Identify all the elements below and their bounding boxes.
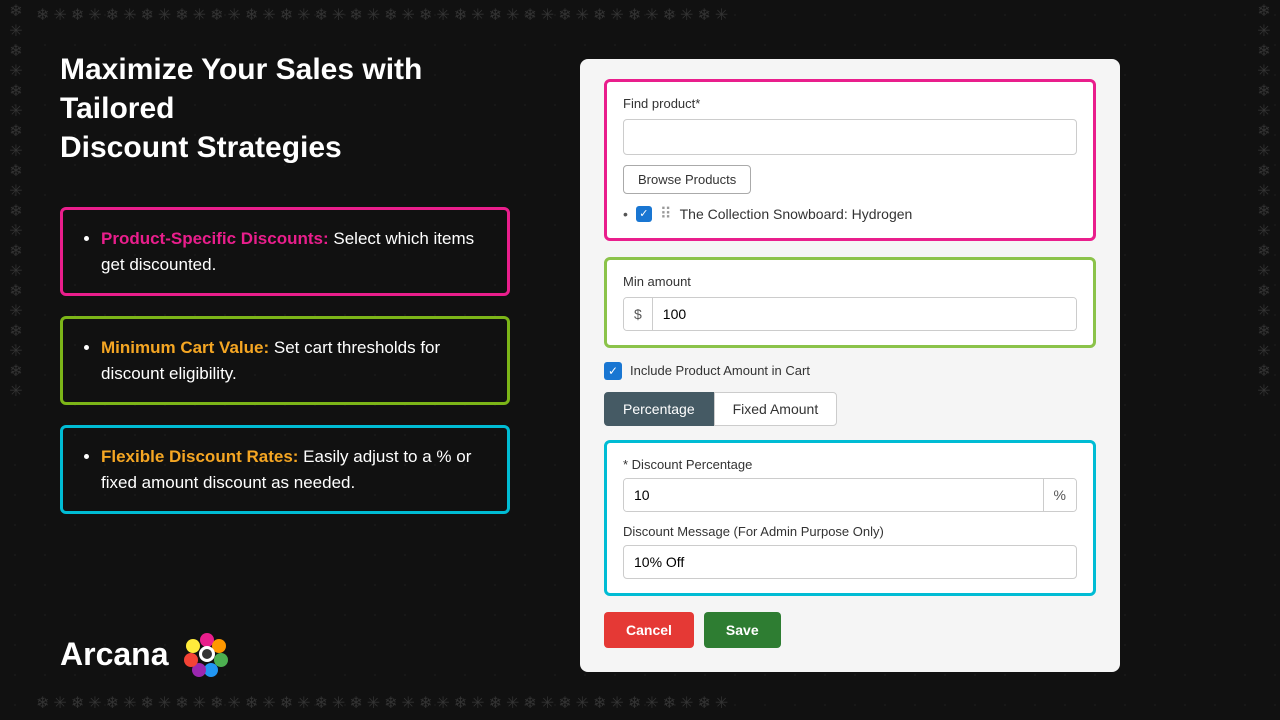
fixed-amount-toggle-button[interactable]: Fixed Amount — [714, 392, 838, 426]
cancel-button[interactable]: Cancel — [604, 612, 694, 648]
discount-message-input[interactable] — [623, 545, 1077, 579]
content-area: Maximize Your Sales with Tailored Discou… — [60, 50, 510, 554]
drag-handle-icon[interactable]: ⠿ — [660, 204, 672, 224]
feature-text-1: Product-Specific Discounts: Select which… — [101, 226, 487, 277]
find-product-input[interactable] — [623, 119, 1077, 155]
find-product-section: Find product* Browse Products • ✓ ⠿ The … — [604, 79, 1096, 241]
feature-highlight-1: Product-Specific Discounts: — [101, 229, 329, 248]
discount-percentage-input-group: % — [623, 478, 1077, 512]
logo-text: Arcana — [60, 636, 169, 673]
left-panel: Maximize Your Sales with Tailored Discou… — [0, 0, 560, 720]
discount-message-label: Discount Message (For Admin Purpose Only… — [623, 524, 1077, 539]
feature-cards: Product-Specific Discounts: Select which… — [60, 207, 510, 514]
form-container: Find product* Browse Products • ✓ ⠿ The … — [580, 59, 1120, 672]
discount-section: * Discount Percentage % Discount Message… — [604, 440, 1096, 596]
save-button[interactable]: Save — [704, 612, 781, 648]
page-title: Maximize Your Sales with Tailored Discou… — [60, 50, 510, 167]
feature-highlight-2: Minimum Cart Value: — [101, 338, 269, 357]
include-product-row: ✓ Include Product Amount in Cart — [604, 362, 1096, 380]
right-panel: Find product* Browse Products • ✓ ⠿ The … — [560, 0, 1280, 720]
browse-products-button[interactable]: Browse Products — [623, 165, 751, 194]
include-product-checkbox[interactable]: ✓ — [604, 362, 622, 380]
product-name: The Collection Snowboard: Hydrogen — [680, 206, 913, 222]
min-amount-section: Min amount $ — [604, 257, 1096, 348]
min-amount-input-group: $ — [623, 297, 1077, 331]
include-product-label: Include Product Amount in Cart — [630, 363, 810, 378]
feature-card-product-specific: Product-Specific Discounts: Select which… — [60, 207, 510, 296]
discount-type-toggle: Percentage Fixed Amount — [604, 392, 1096, 426]
feature-card-min-cart: Minimum Cart Value: Set cart thresholds … — [60, 316, 510, 405]
find-product-label: Find product* — [623, 96, 1077, 111]
discount-percentage-label: * Discount Percentage — [623, 457, 1077, 472]
product-item: • ✓ ⠿ The Collection Snowboard: Hydrogen — [623, 204, 1077, 224]
feature-text-3: Flexible Discount Rates: Easily adjust t… — [101, 444, 487, 495]
min-amount-label: Min amount — [623, 274, 1077, 289]
discount-percentage-input[interactable] — [624, 479, 1043, 511]
currency-symbol: $ — [624, 298, 653, 330]
action-buttons: Cancel Save — [604, 612, 1096, 648]
bullet-dot: • — [623, 206, 628, 222]
logo-icon — [181, 628, 233, 680]
feature-highlight-3: Flexible Discount Rates: — [101, 447, 298, 466]
percent-suffix: % — [1043, 479, 1076, 511]
min-amount-input[interactable] — [653, 298, 1076, 330]
feature-card-flexible: Flexible Discount Rates: Easily adjust t… — [60, 425, 510, 514]
feature-text-2: Minimum Cart Value: Set cart thresholds … — [101, 335, 487, 386]
percentage-toggle-button[interactable]: Percentage — [604, 392, 714, 426]
product-checkbox[interactable]: ✓ — [636, 206, 652, 222]
logo-area: Arcana — [60, 628, 510, 680]
